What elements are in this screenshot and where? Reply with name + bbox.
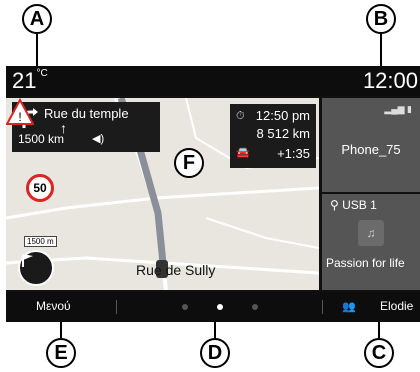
- svg-text:!: !: [18, 110, 21, 124]
- page-indicator-dot[interactable]: [182, 304, 188, 310]
- turn-instruction-card[interactable]: Rue du temple ↑ 1500 km ◀): [12, 102, 160, 152]
- page-indicator-dot-active[interactable]: [217, 304, 223, 310]
- destination-flag-button[interactable]: [18, 250, 54, 286]
- phone-widget[interactable]: ▂▄▆ ▮ Phone_75: [322, 98, 420, 192]
- status-bar: 21°C 12:00: [6, 66, 420, 96]
- bottom-bar: Μενού 👥 Elodie: [6, 292, 420, 322]
- traffic-delay: +1:35: [277, 146, 310, 161]
- callout-a-leader: [36, 34, 38, 68]
- flag-icon: [22, 254, 33, 267]
- outside-temperature: 21°C: [12, 68, 48, 93]
- next-street-label: Rue du temple: [44, 106, 129, 121]
- divider: [322, 300, 323, 314]
- phone-name: Phone_75: [341, 142, 401, 157]
- music-note-icon: ♫: [358, 220, 384, 246]
- remaining-distance: 8 512 km: [256, 126, 310, 141]
- signal-icon: ▂▄▆ ▮: [384, 104, 412, 114]
- usb-icon: ⚲: [330, 198, 343, 212]
- height-limit: 1500 m: [24, 236, 57, 247]
- turn-distance: 1500 km: [18, 132, 65, 146]
- menu-button[interactable]: Μενού: [36, 299, 71, 313]
- callout-e: E: [46, 338, 76, 368]
- clock-icon: ⏱: [236, 110, 245, 122]
- callout-e-leader: [60, 320, 62, 338]
- media-source: ⚲ USB 1: [330, 198, 377, 212]
- callout-b: B: [366, 4, 396, 34]
- current-street-label: Rue de Sully: [136, 262, 216, 278]
- callout-f: F: [174, 148, 204, 178]
- arrival-time: 12:50 pm: [255, 108, 310, 123]
- callout-b-leader: [380, 34, 382, 68]
- speed-limit-sign: 50: [26, 174, 54, 202]
- trip-info-card[interactable]: ⏱ 12:50 pm 8 512 km 🚘 +1:35: [230, 104, 316, 168]
- navigation-map[interactable]: Rue du temple ↑ 1500 km ◀) ⏱ 12:50 pm 8 …: [6, 98, 319, 290]
- callout-d: D: [200, 338, 230, 368]
- media-widget[interactable]: ⚲ USB 1 ♫ Passion for life: [322, 194, 420, 290]
- divider: [116, 300, 117, 314]
- users-icon: 👥: [342, 301, 356, 313]
- car-icon: 🚘: [236, 147, 250, 159]
- callout-c: C: [364, 338, 394, 368]
- page-indicator-dot[interactable]: [252, 304, 258, 310]
- user-profile-button[interactable]: Elodie: [380, 299, 413, 313]
- callout-a: A: [22, 4, 52, 34]
- multimedia-screen: 21°C 12:00 Rue du temple ↑ 1500 km ◀) ⏱ …: [6, 66, 420, 322]
- callout-c-leader: [378, 320, 380, 338]
- volume-icon[interactable]: ◀): [92, 132, 104, 145]
- clock: 12:00: [362, 68, 418, 93]
- warning-sign-icon: !: [6, 98, 34, 125]
- track-title: Passion for life: [326, 256, 405, 270]
